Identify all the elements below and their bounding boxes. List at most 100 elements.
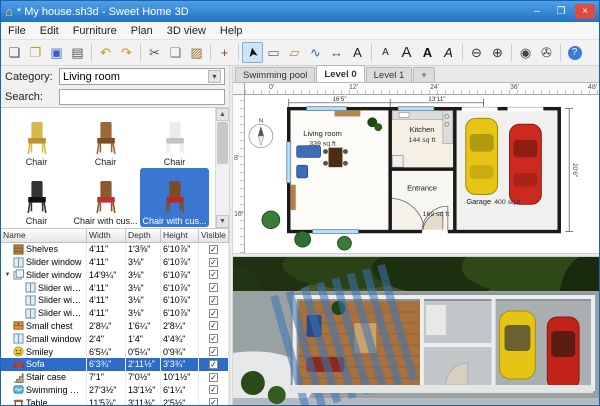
create-walls-button[interactable]: ▭ — [263, 42, 284, 63]
increase-text-size-button[interactable]: A — [396, 42, 417, 63]
scroll-down-icon[interactable]: ▼ — [216, 215, 229, 228]
undo-button[interactable]: ↶ — [95, 42, 116, 63]
furniture-row-slider-win-5[interactable]: Slider win...4'11"3⅛"6'10⅞"✓ — [1, 307, 229, 320]
plan-view[interactable]: 0'12'24'36'48' 8'16' — [233, 83, 599, 253]
plan-car-yellow[interactable] — [466, 118, 498, 194]
menu-help[interactable]: Help — [213, 25, 250, 37]
furniture-row-swimming-pool-11[interactable]: Swimming pool27'3½"13'1½"6'1¼"✓ — [1, 383, 229, 396]
menu-3d-view[interactable]: 3D view — [160, 25, 213, 37]
catalog-item-chair-3[interactable]: Chair — [2, 168, 71, 227]
plan-car-red[interactable] — [510, 124, 542, 204]
print-button[interactable]: ▤ — [67, 42, 88, 63]
menu-edit[interactable]: Edit — [33, 25, 66, 37]
open-button[interactable]: ❐ — [25, 42, 46, 63]
3d-car-yellow[interactable] — [500, 311, 536, 379]
plan-shelves[interactable] — [291, 185, 296, 210]
redo-button[interactable]: ↷ — [116, 42, 137, 63]
visible-checkbox[interactable]: ✓ — [209, 283, 218, 292]
furniture-row-smiley-8[interactable]: Smiley6'5¼"0'5¼"0'9¾"✓ — [1, 345, 229, 358]
tab-level-0[interactable]: Level 0 — [316, 65, 364, 82]
sofa-icon — [13, 359, 25, 370]
photo-button[interactable]: ◉ — [515, 42, 536, 63]
tab-swimming-pool[interactable]: Swimming pool — [235, 67, 315, 82]
catalog-item-chair-0[interactable]: Chair — [2, 109, 71, 168]
catalog-item-chair-2[interactable]: Chair — [140, 109, 209, 168]
decrease-text-size-button[interactable]: A — [375, 42, 396, 63]
title-bar[interactable]: ⌂ * My house.sh3d - Sweet Home 3D – ❐ × — [1, 1, 599, 22]
chevron-down-icon[interactable]: ▾ — [208, 70, 221, 83]
furniture-row-slider-window-2[interactable]: ▼Slider window14'9¼"3⅛"6'10⅞"✓ — [1, 269, 229, 282]
furniture-name: Sofa — [26, 359, 84, 369]
menu-plan[interactable]: Plan — [124, 25, 160, 37]
create-dimensions-button[interactable]: ↔ — [326, 42, 347, 63]
visible-checkbox[interactable]: ✓ — [209, 360, 218, 369]
column-header-name[interactable]: Name — [1, 229, 87, 242]
visible-checkbox[interactable]: ✓ — [209, 334, 218, 343]
zoom-out-button[interactable]: ⊖ — [466, 42, 487, 63]
visible-checkbox[interactable]: ✓ — [209, 385, 218, 394]
add-texts-button[interactable]: A — [347, 42, 368, 63]
visible-checkbox[interactable]: ✓ — [209, 373, 218, 382]
category-dropdown[interactable]: Living room ▾ — [59, 68, 225, 85]
video-button[interactable]: ✇ — [536, 42, 557, 63]
zoom-in-button[interactable]: ⊕ — [487, 42, 508, 63]
furniture-height: 6'1¼" — [161, 383, 199, 396]
plan-table[interactable] — [329, 148, 343, 168]
column-header-width[interactable]: Width — [87, 229, 126, 242]
bold-button[interactable]: A — [417, 42, 438, 63]
furniture-row-small-window-7[interactable]: Small window2'4"1'4"4'4¾"✓ — [1, 332, 229, 345]
help-button[interactable]: ? — [564, 42, 585, 63]
3d-view[interactable] — [233, 257, 599, 405]
close-button[interactable]: × — [575, 4, 595, 19]
search-input[interactable] — [59, 89, 225, 105]
furniture-row-shelves-0[interactable]: Shelves4'11"1'3⅝"6'10⅞"✓ — [1, 243, 229, 256]
furniture-row-stair-case-10[interactable]: Stair case7'1"7'0½"10'1½"✓ — [1, 371, 229, 384]
visible-checkbox[interactable]: ✓ — [209, 347, 218, 356]
plan-armchair[interactable] — [297, 165, 308, 178]
plan-fridge[interactable] — [392, 155, 403, 167]
furniture-row-slider-window-1[interactable]: Slider window4'11"3⅛"6'10⅞"✓ — [1, 256, 229, 269]
paste-button[interactable]: ▨ — [186, 42, 207, 63]
catalog-item-chair-1[interactable]: Chair — [71, 109, 140, 168]
furniture-row-slider-win-4[interactable]: Slider win...4'11"3⅛"6'10⅞"✓ — [1, 294, 229, 307]
plan-canvas[interactable]: 16'5" 13'11" 20'6" Living room 339 sq ft… — [245, 95, 599, 253]
tab-level-1[interactable]: Level 1 — [366, 67, 413, 82]
visible-checkbox[interactable]: ✓ — [209, 245, 218, 254]
visible-checkbox[interactable]: ✓ — [209, 321, 218, 330]
minimize-button[interactable]: – — [527, 4, 547, 19]
furniture-row-small-chest-6[interactable]: Small chest2'8¼"1'6¼"2'8¼"✓ — [1, 320, 229, 333]
column-header-visible[interactable]: Visible — [199, 229, 229, 242]
scroll-up-icon[interactable]: ▲ — [216, 108, 229, 121]
visible-checkbox[interactable]: ✓ — [209, 309, 218, 318]
new-document-button[interactable]: ❏ — [4, 42, 25, 63]
create-rooms-button[interactable]: ▱ — [284, 42, 305, 63]
add-furniture-button[interactable]: + — [214, 42, 235, 63]
cut-button[interactable]: ✂ — [144, 42, 165, 63]
collapse-icon[interactable]: ▼ — [3, 272, 12, 278]
scrollbar-thumb[interactable] — [217, 122, 228, 164]
catalog-item-chair-with-cus-5[interactable]: Chair with cus... — [140, 168, 209, 227]
visible-checkbox[interactable]: ✓ — [209, 296, 218, 305]
visible-checkbox[interactable]: ✓ — [209, 398, 218, 405]
column-header-depth[interactable]: Depth — [126, 229, 161, 242]
maximize-button[interactable]: ❐ — [551, 4, 571, 19]
italic-button[interactable]: A — [438, 42, 459, 63]
furniture-row-table-12[interactable]: Table11'5⅞"3'11⅜"2'5½"✓ — [1, 396, 229, 405]
catalog-scrollbar[interactable]: ▲ ▼ — [215, 108, 229, 228]
visible-checkbox[interactable]: ✓ — [209, 258, 218, 267]
visible-checkbox[interactable]: ✓ — [209, 270, 218, 279]
save-button[interactable]: ▣ — [46, 42, 67, 63]
3d-canvas[interactable] — [233, 257, 599, 405]
menu-furniture[interactable]: Furniture — [66, 25, 124, 37]
3d-car-red[interactable] — [547, 317, 579, 389]
plan-tv-stand[interactable] — [334, 111, 360, 117]
create-polylines-button[interactable]: ∿ — [305, 42, 326, 63]
select-tool-button[interactable]: ➤ — [242, 42, 263, 63]
furniture-row-slider-win-3[interactable]: Slider win...4'11"3⅛"6'10⅞"✓ — [1, 281, 229, 294]
furniture-row-sofa-9[interactable]: Sofa6'3¾"2'11½"3'3¾"✓ — [1, 358, 229, 371]
column-header-height[interactable]: Height — [161, 229, 199, 242]
catalog-item-chair-with-cus-4[interactable]: Chair with cus... — [71, 168, 140, 227]
menu-file[interactable]: File — [1, 25, 33, 37]
copy-button[interactable]: ❑ — [165, 42, 186, 63]
tab-[interactable]: + — [413, 67, 435, 82]
